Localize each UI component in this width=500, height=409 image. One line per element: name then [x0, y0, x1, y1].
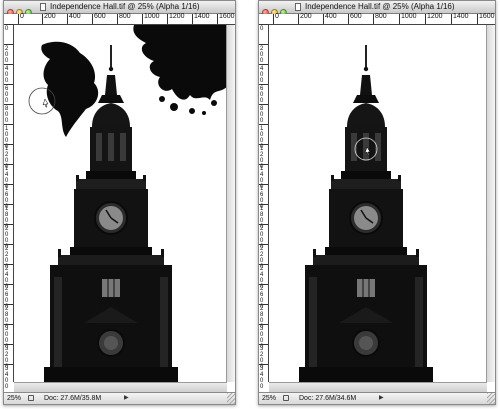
ruler-label: 1200	[169, 13, 185, 20]
doc-size: Doc: 27.6M/35.8M	[44, 395, 102, 402]
ruler-label: 800	[375, 13, 387, 20]
resize-grip-icon[interactable]	[487, 393, 495, 404]
ruler-label: 1600	[479, 13, 495, 20]
vertical-ruler[interactable]: 0 200 400 600 800 1000 1200 1400 1600 18…	[259, 24, 269, 390]
ruler-label: 3400	[260, 366, 264, 390]
image-canvas[interactable]	[269, 25, 487, 382]
ruler-label: 400	[325, 13, 337, 20]
ruler-label: 200	[260, 46, 264, 64]
ruler-label: 600	[5, 86, 9, 104]
resize-grip-icon[interactable]	[227, 393, 235, 404]
vertical-scrollbar[interactable]	[226, 25, 235, 382]
horizontal-ruler[interactable]: 0 200 400 600 800 1000 1200 1400 1600	[259, 13, 495, 25]
ruler-label: 1200	[427, 13, 443, 20]
zoom-level[interactable]: 25%	[7, 393, 21, 404]
status-menu-icon[interactable]: ▶	[379, 393, 384, 404]
ruler-label: 400	[69, 13, 81, 20]
vertical-ruler[interactable]: 0 200 400 600 800 1000 1200 1400 1600 18…	[4, 24, 14, 390]
window-title: Independence Hall.tif @ 25% (Alpha 1/16)	[50, 2, 200, 11]
doc-size: Doc: 27.6M/34.6M	[299, 395, 357, 402]
document-window-left[interactable]: Independence Hall.tif @ 25% (Alpha 1/16)…	[3, 0, 236, 405]
ruler-label: 1400	[194, 13, 210, 20]
status-icon[interactable]	[283, 395, 289, 401]
window-controls	[7, 3, 34, 16]
status-bar: 25% Doc: 27.6M/34.6M ▶	[259, 392, 495, 404]
clock-tower	[299, 45, 433, 382]
tree-foliage	[133, 25, 227, 115]
ruler-label: 1600	[219, 13, 235, 20]
document-icon	[295, 3, 301, 11]
ruler-label: 400	[5, 66, 9, 84]
ruler-label: 600	[94, 13, 106, 20]
clock-tower-image	[28, 25, 227, 382]
status-icon[interactable]	[28, 395, 34, 401]
ruler-label: 0	[260, 26, 264, 32]
ruler-label: 0	[275, 13, 279, 20]
status-bar: 25% Doc: 27.6M/35.8M ▶	[4, 392, 235, 404]
document-window-right[interactable]: Independence Hall.tif @ 25% (Alpha 1/16)…	[258, 0, 496, 405]
ruler-label: 1000	[144, 13, 160, 20]
image-canvas[interactable]	[14, 25, 227, 382]
ruler-label: 1000	[401, 13, 417, 20]
ruler-label: 800	[5, 106, 9, 124]
tree-patch	[41, 41, 99, 137]
status-menu-icon[interactable]: ▶	[124, 393, 129, 404]
ruler-label: 600	[350, 13, 362, 20]
ruler-label: 200	[5, 46, 9, 64]
window-title: Independence Hall.tif @ 25% (Alpha 1/16)	[305, 2, 455, 11]
ruler-label: 800	[119, 13, 131, 20]
ruler-label: 1400	[453, 13, 469, 20]
ruler-label: 200	[300, 13, 312, 20]
clock-tower-image	[299, 45, 433, 382]
zoom-level[interactable]: 25%	[262, 393, 276, 404]
ruler-label: 400	[260, 66, 264, 84]
window-controls	[262, 3, 289, 16]
horizontal-scrollbar[interactable]	[14, 382, 227, 392]
document-icon	[40, 3, 46, 11]
horizontal-scrollbar[interactable]	[269, 382, 487, 392]
ruler-label: 200	[44, 13, 56, 20]
ruler-label: 3400	[5, 366, 9, 390]
ruler-label: 0	[5, 26, 9, 32]
horizontal-ruler[interactable]: 0 200 400 600 800 1000 1200 1400 1600	[4, 13, 235, 25]
ruler-label: 800	[260, 106, 264, 124]
ruler-label: 600	[260, 86, 264, 104]
vertical-scrollbar[interactable]	[486, 25, 495, 382]
ruler-label: 0	[20, 13, 24, 20]
